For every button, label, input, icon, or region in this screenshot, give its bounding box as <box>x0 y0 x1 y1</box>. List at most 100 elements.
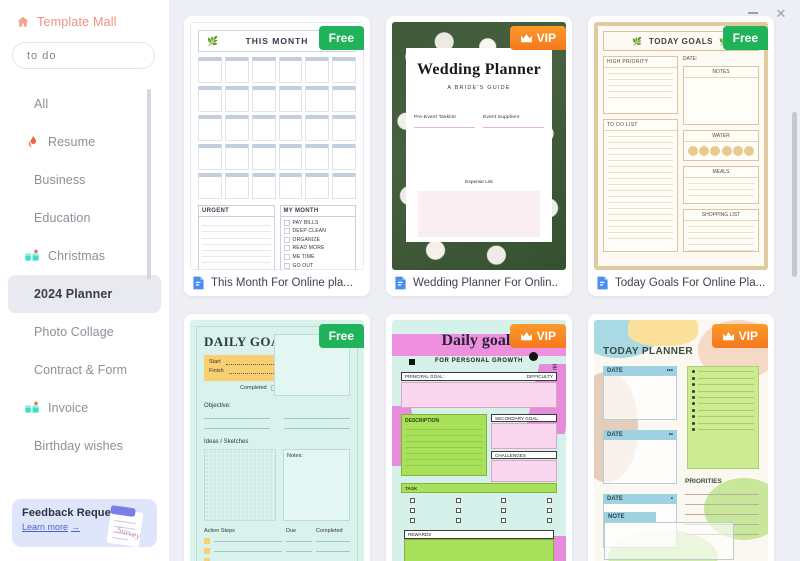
caption-text: Wedding Planner For Onlin.. <box>413 277 558 289</box>
sidebar-item-label: Christmas <box>48 249 106 263</box>
close-button[interactable]: ✕ <box>768 2 794 24</box>
today-planner-title: TODAY PLANNER <box>603 346 694 357</box>
shopping-title: SHOPPING LIST <box>683 210 758 221</box>
template-thumbnail[interactable]: Free DAILY GOAL Start Finish Completed O… <box>190 320 364 561</box>
principal-goal-label: PRINCIPAL GOAL: <box>405 374 445 379</box>
suppliers-label: Event Suppliers <box>483 115 520 120</box>
date-label: DATE: <box>682 56 698 62</box>
objective-label: Objective: <box>204 403 231 409</box>
document-icon <box>193 276 204 290</box>
template-thumbnail[interactable]: Free 🌿 THIS MONTH 🌿 <box>190 22 364 270</box>
caption-text: Today Goals For Online Pla... <box>615 277 766 289</box>
checkbox <box>283 245 290 252</box>
feedback-request-banner[interactable]: Feedback Request Learn more → Survey <box>12 499 157 547</box>
sidebar-item-invoice[interactable]: Invoice <box>8 389 161 427</box>
template-card[interactable]: VIP Wedding Planner A BRIDE'S GUIDE Pre-… <box>386 16 572 296</box>
lower-panels: URGENT MY MONTH PAY BILLS DEEP CLEAN ORG… <box>198 205 356 270</box>
priorities-label: PRIORITIES <box>685 478 722 485</box>
flame-icon <box>28 135 36 148</box>
template-card[interactable]: Free DAILY GOAL Start Finish Completed O… <box>184 314 370 561</box>
date-label: DATE <box>607 496 623 502</box>
template-grid-area: Free 🌿 THIS MONTH 🌿 <box>170 0 800 561</box>
notes-panel: NOTES <box>682 66 759 125</box>
finish-label: Finish <box>209 368 224 374</box>
template-mall-window: ✕ Template Mall All <box>0 0 800 561</box>
wedding-sheet: Wedding Planner A BRIDE'S GUIDE Pre-Even… <box>406 48 552 242</box>
sidebar-scrollbar[interactable] <box>147 89 151 279</box>
crown-icon <box>722 331 734 340</box>
sidebar-nav: All Resume Business Education Christmas … <box>0 85 169 499</box>
thumbnail-art: Daily goals ≈ ≈ FOR PERSONAL GROWTH PRINC… <box>392 320 566 561</box>
sidebar-item-2024-planner[interactable]: 2024 Planner <box>8 275 161 313</box>
thumbnail-art: Wedding Planner A BRIDE'S GUIDE Pre-Even… <box>392 22 566 270</box>
meals-panel: MEALS <box>682 165 759 204</box>
search-box[interactable] <box>12 42 181 69</box>
sidebar-item-business[interactable]: Business <box>8 161 161 199</box>
water-panel: WATER <box>682 129 759 161</box>
date-block: DATE ••• <box>603 366 677 420</box>
secondary-goal-label: SECONDARY GOAL: <box>495 415 540 421</box>
sidebar-item-label: Education <box>34 211 91 225</box>
rewards-label: REWARDS <box>408 532 432 537</box>
minimize-button[interactable] <box>740 2 766 24</box>
start-label: Start <box>209 359 221 365</box>
badge-label: Free <box>328 31 354 45</box>
template-caption: This Month For Online pla... <box>190 270 364 296</box>
description-label: DESCRIPTION <box>405 418 440 424</box>
search-input[interactable] <box>27 49 169 62</box>
sidebar-item-label: All <box>34 97 49 111</box>
sidebar-item-label: Contract & Form <box>34 363 128 377</box>
thumb-header-label: TODAY GOALS <box>648 36 714 46</box>
due-label: Due <box>286 528 297 534</box>
template-card[interactable]: VIP Daily goals ≈ ≈ FOR PERSONAL GROWTH P… <box>386 314 572 561</box>
principal-goal-field <box>401 382 557 408</box>
checklist-label: GO OUT <box>292 262 314 269</box>
sidebar-item-education[interactable]: Education <box>8 199 161 237</box>
sidebar-item-birthday-wishes[interactable]: Birthday wishes <box>8 427 161 465</box>
sidebar-item-resume[interactable]: Resume <box>8 123 161 161</box>
challenges-label: CHALLENGES <box>495 452 526 458</box>
dots-icon: •• <box>668 432 673 438</box>
crown-icon <box>520 33 532 42</box>
checklist-label: DEEP CLEAN <box>292 228 327 235</box>
gift-icon <box>25 401 39 413</box>
template-thumbnail[interactable]: VIP Wedding Planner A BRIDE'S GUIDE Pre-… <box>392 22 566 270</box>
sidebar-item-photo-collage[interactable]: Photo Collage <box>8 313 161 351</box>
template-thumbnail[interactable]: Free 🌿 TODAY GOALS 🌿 HIGH PRIORITY <box>594 22 768 270</box>
task-bar: TASK <box>401 483 557 493</box>
completed-label: Completed <box>240 385 267 391</box>
template-card[interactable]: VIP TODAY PLANNER DATE ••• DATE •• DATE … <box>588 314 774 561</box>
urgent-panel: URGENT <box>198 205 275 270</box>
wave-icon: ≈ ≈ <box>552 361 557 373</box>
window-controls: ✕ <box>720 0 800 26</box>
checkbox <box>283 253 290 260</box>
arrow-icon: → <box>71 522 81 532</box>
template-thumbnail[interactable]: VIP Daily goals ≈ ≈ FOR PERSONAL GROWTH P… <box>392 320 566 561</box>
search-container <box>0 32 181 69</box>
thumbnail-art: 🌿 TODAY GOALS 🌿 HIGH PRIORITY <box>594 22 768 270</box>
template-grid: Free 🌿 THIS MONTH 🌿 <box>184 16 782 561</box>
calendar-grid <box>198 57 356 199</box>
checklist-label: ORGANIZE <box>292 236 321 243</box>
pre-event-column: Pre-Event Tasklist <box>414 115 475 128</box>
sidebar-item-christmas[interactable]: Christmas <box>8 237 161 275</box>
badge-label: VIP <box>738 329 758 343</box>
notes-box: Notes: <box>283 449 350 521</box>
document-icon <box>395 276 406 290</box>
template-card[interactable]: Free 🌿 TODAY GOALS 🌿 HIGH PRIORITY <box>588 16 774 296</box>
sidebar-item-label: 2024 Planner <box>34 287 113 301</box>
sidebar-item-label: Photo Collage <box>34 325 114 339</box>
shopping-panel: SHOPPING LIST <box>682 209 759 252</box>
brand[interactable]: Template Mall <box>0 0 169 32</box>
sidebar-item-all[interactable]: All <box>8 85 161 123</box>
main-scrollbar[interactable] <box>792 112 797 277</box>
sidebar-item-label: Resume <box>48 135 96 149</box>
template-thumbnail[interactable]: VIP TODAY PLANNER DATE ••• DATE •• DATE … <box>594 320 768 561</box>
dots-icon: • <box>670 496 673 502</box>
meals-title: MEALS <box>683 167 758 178</box>
sidebar-item-label: Birthday wishes <box>34 439 124 453</box>
expense-box <box>418 191 540 237</box>
done-label: Completed <box>316 528 343 534</box>
template-card[interactable]: Free 🌿 THIS MONTH 🌿 <box>184 16 370 296</box>
sidebar-item-contract-form[interactable]: Contract & Form <box>8 351 161 389</box>
